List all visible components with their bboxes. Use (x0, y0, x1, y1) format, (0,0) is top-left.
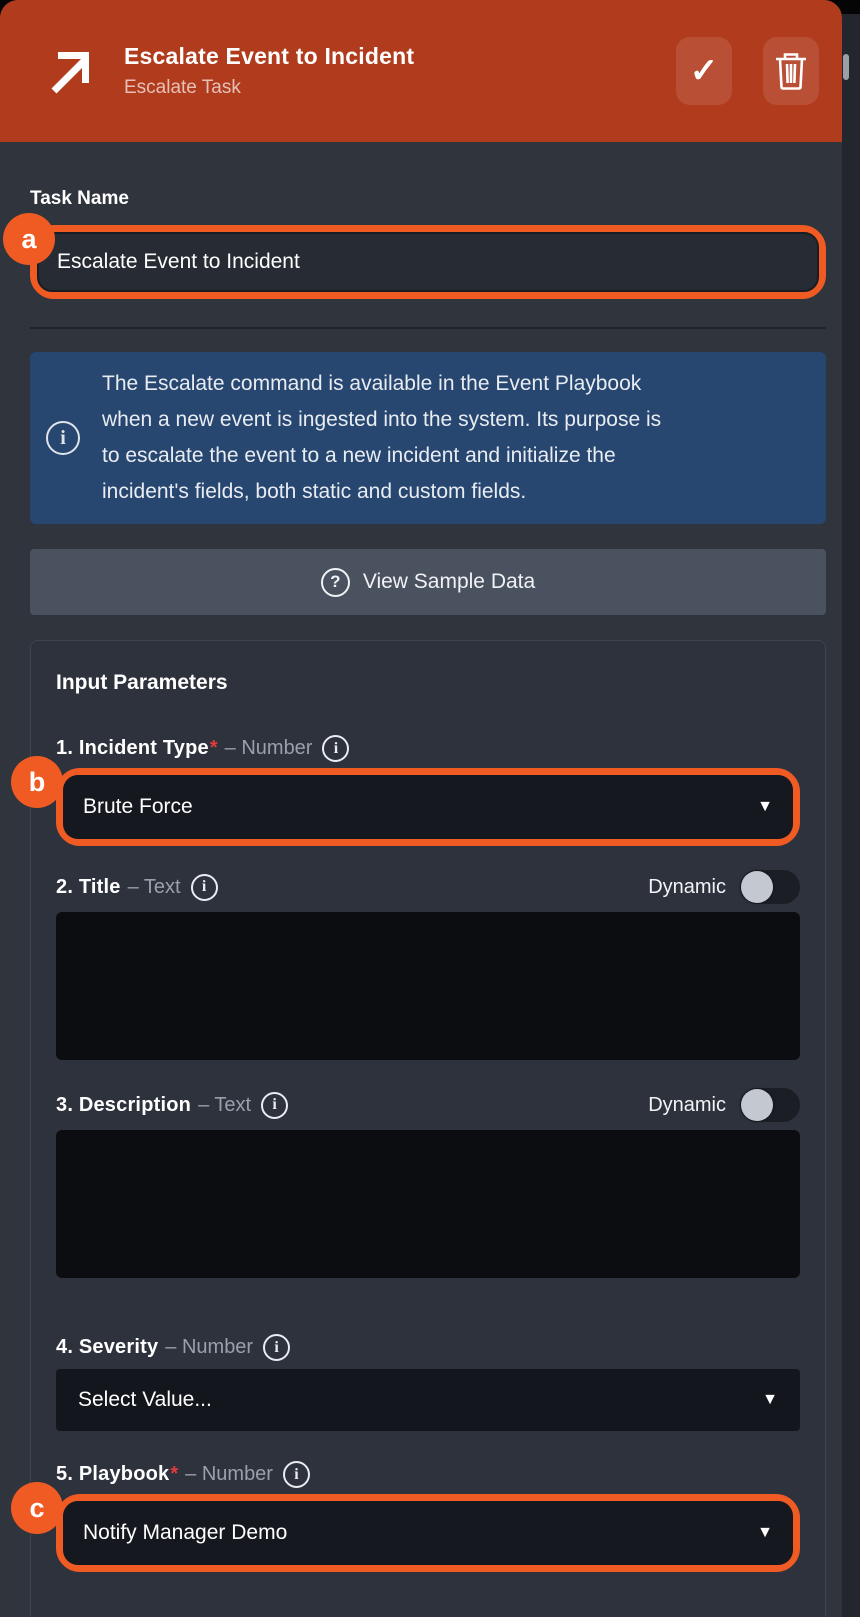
info-icon[interactable]: i (263, 1334, 290, 1361)
header-titles: Escalate Event to Incident Escalate Task (124, 43, 414, 99)
delete-button[interactable] (763, 37, 819, 105)
title-dynamic-toggle[interactable] (740, 870, 800, 904)
escalate-arrow-icon (46, 45, 98, 97)
annotation-badge-b: b (11, 756, 63, 808)
scrollbar-thumb[interactable] (843, 54, 849, 80)
info-line: to escalate the event to a new incident … (102, 438, 661, 474)
task-config-panel: Escalate Event to Incident Escalate Task… (0, 0, 860, 1617)
toggle-knob (741, 1089, 773, 1121)
escalate-task-panel: Escalate Event to Incident Escalate Task… (0, 0, 842, 1617)
task-title: Escalate Event to Incident (124, 43, 414, 70)
param-label-row-incident-type: 1. Incident Type * – Number i (56, 735, 800, 762)
param-type: – Text (128, 876, 181, 899)
chevron-down-icon: ▼ (762, 1391, 778, 1409)
info-line: The Escalate command is available in the… (102, 366, 661, 402)
param-label-row-title: 2. Title – Text i Dynamic (56, 870, 800, 904)
info-icon[interactable]: i (283, 1461, 310, 1488)
confirm-button[interactable]: ✓ (676, 37, 732, 105)
playbook-value: Notify Manager Demo (83, 1521, 287, 1545)
param-label-row-severity: 4. Severity – Number i (56, 1334, 800, 1361)
info-box-text: The Escalate command is available in the… (102, 366, 661, 510)
chevron-down-icon: ▼ (757, 1524, 773, 1542)
playbook-dropdown[interactable]: Notify Manager Demo ▼ (63, 1501, 793, 1565)
panel-body: Task Name a i The Escalate command is av… (0, 188, 842, 1617)
panel-header: Escalate Event to Incident Escalate Task… (0, 0, 842, 142)
info-line: when a new event is ingested into the sy… (102, 402, 661, 438)
task-name-annotation: a (30, 225, 826, 299)
param-name: 5. Playbook (56, 1463, 169, 1486)
task-subtitle: Escalate Task (124, 77, 414, 99)
dynamic-label: Dynamic (648, 876, 726, 899)
playbook-annotation: c Notify Manager Demo ▼ (56, 1494, 800, 1572)
param-type: – Number (165, 1336, 253, 1359)
task-name-label: Task Name (30, 188, 826, 210)
incident-type-annotation: b Brute Force ▼ (56, 768, 800, 846)
description-info-box: i The Escalate command is available in t… (30, 352, 826, 524)
info-line: incident's fields, both static and custo… (102, 474, 661, 510)
required-asterisk: * (210, 737, 218, 760)
info-icon: i (46, 421, 80, 455)
task-name-input[interactable] (57, 234, 799, 290)
param-name: 2. Title (56, 876, 121, 899)
param-name: 4. Severity (56, 1336, 158, 1359)
toggle-knob (741, 871, 773, 903)
scrollbar-track[interactable] (842, 14, 860, 1617)
description-dynamic-toggle[interactable] (740, 1088, 800, 1122)
description-textarea[interactable] (56, 1130, 800, 1278)
annotation-badge-a: a (3, 213, 55, 265)
param-type: – Number (185, 1463, 273, 1486)
question-icon: ? (321, 568, 350, 597)
view-sample-data-label: View Sample Data (363, 570, 535, 594)
param-type: – Number (225, 737, 313, 760)
param-name: 3. Description (56, 1094, 191, 1117)
chevron-down-icon: ▼ (757, 798, 773, 816)
view-sample-data-button[interactable]: ? View Sample Data (30, 549, 826, 615)
param-type: – Text (198, 1094, 251, 1117)
input-parameters-title: Input Parameters (56, 671, 800, 695)
incident-type-dropdown[interactable]: Brute Force ▼ (63, 775, 793, 839)
severity-dropdown[interactable]: Select Value... ▼ (56, 1369, 800, 1431)
title-textarea[interactable] (56, 912, 800, 1060)
annotation-badge-c: c (11, 1482, 63, 1534)
info-icon[interactable]: i (191, 874, 218, 901)
checkmark-icon: ✓ (690, 54, 719, 88)
info-icon[interactable]: i (322, 735, 349, 762)
incident-type-value: Brute Force (83, 795, 193, 819)
input-parameters-card: Input Parameters 1. Incident Type * – Nu… (30, 640, 826, 1617)
param-label-row-playbook: 5. Playbook * – Number i (56, 1461, 800, 1488)
info-icon[interactable]: i (261, 1092, 288, 1119)
param-name: 1. Incident Type (56, 737, 209, 760)
divider (30, 327, 826, 329)
param-label-row-description: 3. Description – Text i Dynamic (56, 1088, 800, 1122)
required-asterisk: * (170, 1463, 178, 1486)
severity-value: Select Value... (78, 1388, 212, 1412)
dynamic-label: Dynamic (648, 1094, 726, 1117)
trash-icon (775, 52, 807, 90)
